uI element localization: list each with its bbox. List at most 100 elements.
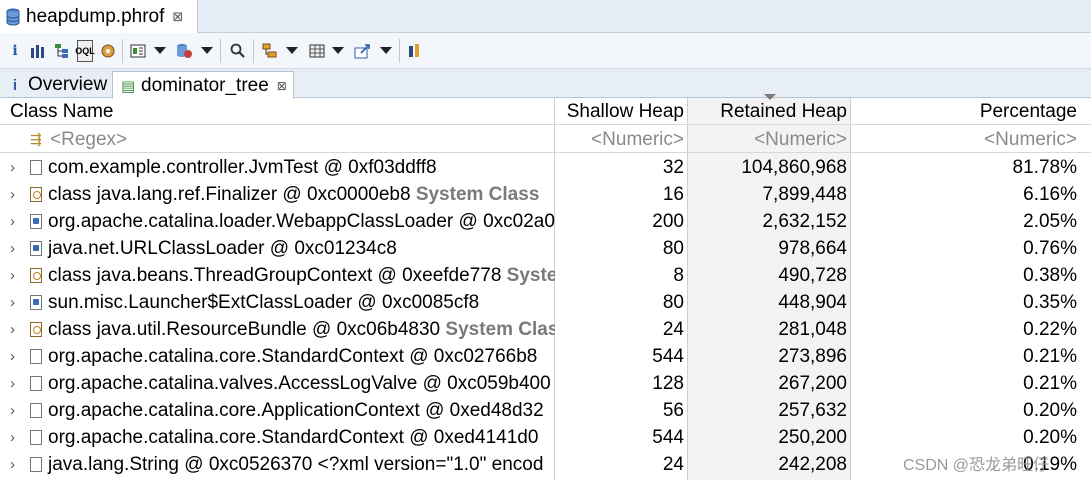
class-name-cell: class java.lang.ref.Finalizer @ 0xc0000e… xyxy=(0,181,555,208)
close-icon[interactable]: ⊠ xyxy=(172,9,183,25)
class-name-text: sun.misc.Launcher$ExtClassLoader @ 0xc00… xyxy=(48,292,480,313)
class-name-text: org.apache.catalina.valves.AccessLogValv… xyxy=(48,373,551,394)
shallow-heap-cell: 200 xyxy=(652,211,684,232)
class-name-cell: org.apache.catalina.valves.AccessLogValv… xyxy=(0,370,555,397)
column-header-percentage[interactable]: Percentage xyxy=(851,98,1081,125)
class-name-cell: org.apache.catalina.loader.WebappClassLo… xyxy=(0,208,555,235)
dominator-tree-icon[interactable] xyxy=(54,40,70,62)
editor-tab-heapdump[interactable]: heapdump.phrof ⊠ xyxy=(0,0,198,33)
class-name-cell: class java.util.ResourceBundle @ 0xc06b4… xyxy=(0,316,555,343)
percentage-cell: 0.20% xyxy=(1023,400,1077,421)
class-name-cell: class java.beans.ThreadGroupContext @ 0x… xyxy=(0,262,555,289)
table-row[interactable]: › org.apache.catalina.core.StandardContex… xyxy=(0,424,1091,451)
shallow-heap-cell: 80 xyxy=(662,238,684,259)
find-icon[interactable] xyxy=(230,40,246,62)
table-row[interactable]: › class java.lang.ref.Finalizer @ 0xc0000… xyxy=(0,181,1091,208)
table-row[interactable]: › sun.misc.Launcher$ExtClassLoader @ 0xc0… xyxy=(0,289,1091,316)
table-row[interactable]: › class java.util.ResourceBundle @ 0xc06b… xyxy=(0,316,1091,343)
shallow-heap-cell: 80 xyxy=(662,292,684,313)
editor-tab-bar: heapdump.phrof ⊠ xyxy=(0,0,1091,33)
class-name-text: class java.beans.ThreadGroupContext @ 0x… xyxy=(48,265,507,286)
class-name-text: class java.util.ResourceBundle @ 0xc06b4… xyxy=(48,319,446,340)
oql-icon[interactable]: OQL xyxy=(75,40,95,62)
percentage-cell: 6.16% xyxy=(1023,184,1077,205)
class-name-cell: java.lang.String @ 0xc0526370 <?xml vers… xyxy=(0,451,555,478)
system-class-label: System Class xyxy=(415,184,540,205)
dominator-table: Class Name Shallow Heap Retained Heap Pe… xyxy=(0,94,1091,480)
shallow-heap-cell: 544 xyxy=(652,346,684,367)
pin-icon[interactable] xyxy=(407,40,423,62)
tab-overview[interactable]: i Overview xyxy=(0,72,110,98)
class-name-text: com.example.controller.JvmTest @ 0xf03dd… xyxy=(48,157,437,178)
editor-tab-title: heapdump.phrof xyxy=(26,5,165,27)
shallow-heap-cell: 8 xyxy=(673,265,684,286)
close-icon[interactable]: ⊠ xyxy=(277,79,287,93)
heap-dump-overview-icon[interactable] xyxy=(175,40,193,62)
shallow-heap-cell: 128 xyxy=(652,373,684,394)
shallow-filter-input[interactable]: <Numeric> xyxy=(555,126,688,153)
export-icon[interactable] xyxy=(354,40,372,62)
table-row[interactable]: › org.apache.catalina.core.StandardContex… xyxy=(0,343,1091,370)
retained-heap-cell: 242,208 xyxy=(778,454,847,475)
info-icon: i xyxy=(12,76,18,94)
inner-tab-bar: i Overview ▤ dominator_tree ⊠ xyxy=(0,69,1091,99)
percentage-cell: 0.38% xyxy=(1023,265,1077,286)
calculate-retained-icon[interactable] xyxy=(309,40,325,62)
retained-heap-cell: 250,200 xyxy=(778,427,847,448)
table-row[interactable]: › class java.beans.ThreadGroupContext @ 0… xyxy=(0,262,1091,289)
regex-filter-input[interactable]: <Regex> xyxy=(0,126,555,153)
class-name-cell: org.apache.catalina.core.ApplicationCont… xyxy=(0,397,555,424)
class-name-cell: sun.misc.Launcher$ExtClassLoader @ 0xc00… xyxy=(0,289,555,316)
retained-heap-cell: 448,904 xyxy=(778,292,847,313)
retained-heap-cell: 490,728 xyxy=(778,265,847,286)
table-row[interactable]: › org.apache.catalina.core.ApplicationCon… xyxy=(0,397,1091,424)
class-name-text: org.apache.catalina.core.StandardContext… xyxy=(48,427,539,448)
class-name-cell: com.example.controller.JvmTest @ 0xf03dd… xyxy=(0,154,555,181)
percentage-filter-input[interactable]: <Numeric> xyxy=(851,126,1081,153)
query-browser-icon[interactable] xyxy=(130,40,146,62)
retained-heap-cell: 273,896 xyxy=(778,346,847,367)
retained-filter-input[interactable]: <Numeric> xyxy=(688,126,851,153)
retained-heap-cell: 7,899,448 xyxy=(762,184,847,205)
filter-row: ⇶ <Regex> <Numeric> <Numeric> <Numeric> xyxy=(0,126,1091,153)
percentage-cell: 2.05% xyxy=(1023,211,1077,232)
shallow-heap-cell: 24 xyxy=(662,319,684,340)
class-name-cell: org.apache.catalina.core.StandardContext… xyxy=(0,343,555,370)
watermark: CSDN @恐龙弟旺仔 xyxy=(903,457,1050,474)
column-header-shallow-heap[interactable]: Shallow Heap xyxy=(555,98,688,125)
percentage-cell: 0.20% xyxy=(1023,427,1077,448)
shallow-heap-cell: 16 xyxy=(662,184,684,205)
retained-heap-cell: 281,048 xyxy=(778,319,847,340)
table-row[interactable]: › org.apache.catalina.valves.AccessLogVal… xyxy=(0,370,1091,397)
shallow-heap-cell: 56 xyxy=(662,400,684,421)
class-name-cell: org.apache.catalina.core.StandardContext… xyxy=(0,424,555,451)
percentage-cell: 81.78% xyxy=(1012,157,1077,178)
class-name-text: class java.lang.ref.Finalizer @ 0xc0000e… xyxy=(48,184,416,205)
histogram-icon[interactable] xyxy=(30,40,46,62)
column-header-class-name[interactable]: Class Name xyxy=(0,98,555,125)
info-icon[interactable]: i xyxy=(9,40,21,62)
shallow-heap-cell: 32 xyxy=(662,157,684,178)
class-name-text: java.lang.String @ 0xc0526370 <?xml vers… xyxy=(48,454,544,475)
retained-heap-cell: 267,200 xyxy=(778,373,847,394)
toolbar: i OQL xyxy=(0,33,1091,69)
table-row[interactable]: › org.apache.catalina.loader.WebappClassL… xyxy=(0,208,1091,235)
table-row[interactable]: › com.example.controller.JvmTest @ 0xf03d… xyxy=(0,154,1091,181)
percentage-cell: 0.21% xyxy=(1023,373,1077,394)
class-name-text: org.apache.catalina.loader.WebappClassLo… xyxy=(48,211,555,232)
thread-icon[interactable] xyxy=(100,40,116,62)
table-header: Class Name Shallow Heap Retained Heap Pe… xyxy=(0,94,1091,125)
tab-dominator-tree[interactable]: ▤ dominator_tree ⊠ xyxy=(112,71,294,99)
column-header-retained-heap[interactable]: Retained Heap xyxy=(688,98,851,125)
class-name-text: java.net.URLClassLoader @ 0xc01234c8 xyxy=(48,238,397,259)
system-class-label: System xyxy=(506,265,555,286)
shallow-heap-cell: 544 xyxy=(652,427,684,448)
retained-heap-cell: 978,664 xyxy=(778,238,847,259)
system-class-label: System Class xyxy=(445,319,555,340)
class-name-cell: java.net.URLClassLoader @ 0xc01234c8 xyxy=(0,235,555,262)
percentage-cell: 0.76% xyxy=(1023,238,1077,259)
database-icon xyxy=(6,8,20,25)
table-row[interactable]: › java.net.URLClassLoader @ 0xc01234c8 80 9… xyxy=(0,235,1091,262)
group-by-icon[interactable] xyxy=(262,40,278,62)
percentage-cell: 0.21% xyxy=(1023,346,1077,367)
